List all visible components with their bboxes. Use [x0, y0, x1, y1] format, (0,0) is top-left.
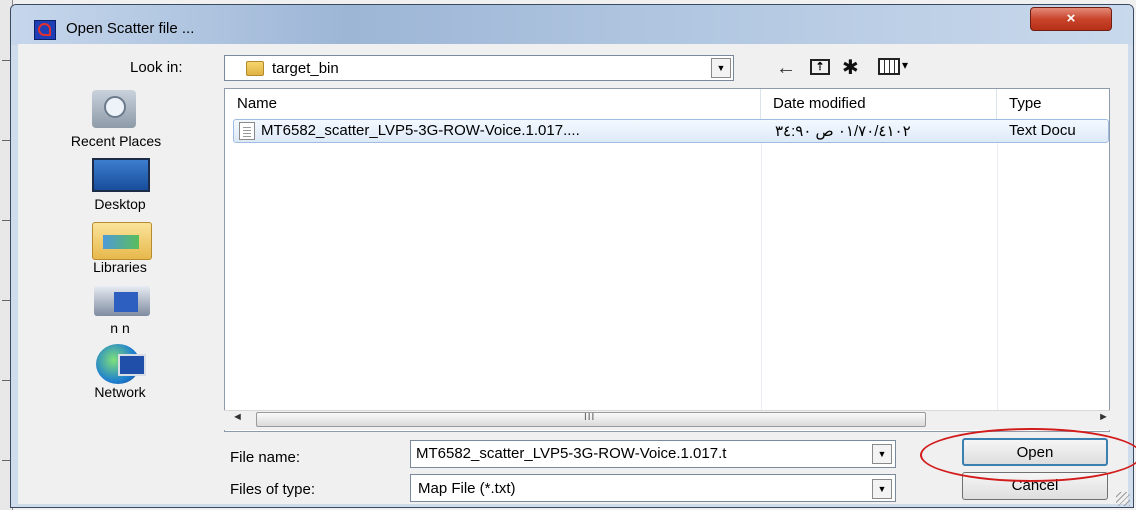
column-divider	[761, 119, 762, 419]
desktop-icon[interactable]	[92, 158, 150, 192]
places-item-user[interactable]: n n	[50, 320, 190, 336]
places-item-network[interactable]: Network	[50, 384, 190, 400]
views-menu-icon[interactable]	[878, 58, 900, 75]
column-header-name[interactable]: Name	[225, 89, 761, 119]
new-folder-icon[interactable]: ✱	[842, 55, 859, 80]
close-button[interactable]: ×	[1030, 7, 1112, 31]
places-item-desktop[interactable]: Desktop	[50, 196, 190, 212]
file-date-cell: ٢٠١٤/٠٧/١٠ ص ٠٩:٤٣	[775, 123, 911, 140]
file-name-label: File name:	[230, 449, 301, 466]
files-of-type-label: Files of type:	[230, 481, 316, 498]
up-folder-icon[interactable]: ⇡	[810, 59, 830, 75]
look-in-value: target_bin	[272, 60, 339, 77]
places-item-libraries[interactable]: Libraries	[50, 259, 190, 275]
files-of-type-value: Map File (*.txt)	[418, 480, 516, 497]
window-title: Open Scatter file ...	[66, 20, 195, 37]
column-header-type[interactable]: Type	[997, 89, 1109, 119]
file-name-value[interactable]: MT6582_scatter_LVP5-3G-ROW-Voice.1.017.t	[416, 445, 870, 462]
column-divider	[997, 119, 998, 419]
look-in-label: Look in:	[130, 59, 183, 76]
libraries-icon[interactable]	[92, 222, 152, 260]
scrollbar-grip: III	[584, 412, 596, 423]
scroll-left-arrow-icon[interactable]: ◄	[232, 411, 243, 423]
file-name-cell[interactable]: MT6582_scatter_LVP5-3G-ROW-Voice.1.017..…	[261, 122, 580, 139]
resize-grip[interactable]	[1116, 492, 1130, 506]
file-name-dropdown-button[interactable]: ▼	[872, 444, 892, 464]
views-dropdown-icon[interactable]: ▾	[902, 58, 908, 72]
network-icon[interactable]	[96, 344, 146, 384]
file-list[interactable]: Name Date modified Type ▲ MT6582_scatter…	[224, 88, 1110, 432]
user-folder-icon[interactable]	[94, 286, 150, 316]
back-arrow-icon[interactable]: ←	[776, 57, 796, 80]
scroll-right-arrow-icon[interactable]: ►	[1098, 411, 1109, 423]
highlight-annotation-ellipse	[920, 428, 1136, 482]
look-in-dropdown-button[interactable]: ▼	[711, 58, 731, 78]
column-header-date-modified[interactable]: Date modified	[761, 89, 997, 119]
places-item-recent[interactable]: Recent Places	[46, 133, 186, 149]
sort-ascending-icon: ▲	[487, 89, 498, 92]
folder-icon	[246, 61, 264, 76]
recent-places-icon[interactable]	[92, 90, 136, 128]
files-of-type-dropdown-button[interactable]: ▼	[872, 479, 892, 499]
app-icon	[34, 20, 56, 40]
file-type-cell: Text Docu	[1009, 122, 1076, 139]
text-file-icon	[239, 122, 255, 140]
